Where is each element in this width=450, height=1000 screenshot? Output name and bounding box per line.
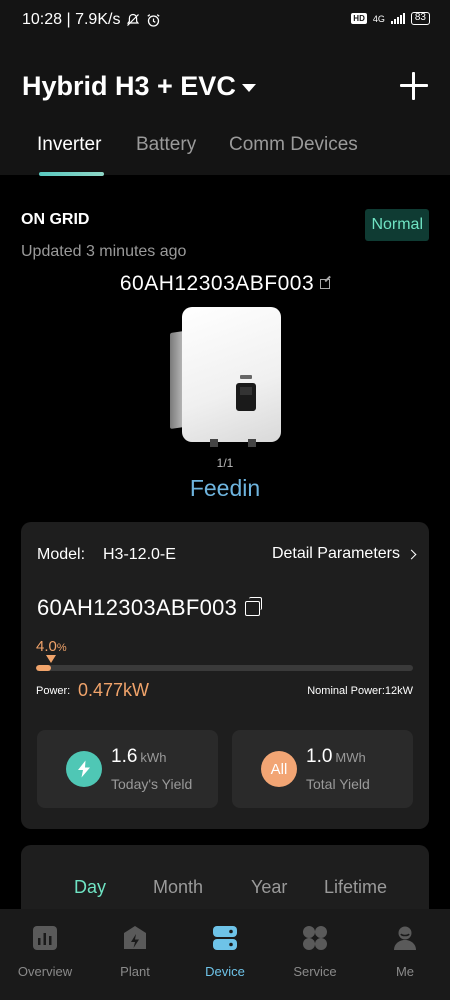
- total-yield-label: Total Yield: [306, 776, 370, 792]
- hd-badge: HD: [351, 13, 367, 24]
- bell-muted-icon: [127, 13, 140, 26]
- network-type: 4G: [372, 13, 385, 24]
- total-yield-number: 1.0: [306, 746, 333, 767]
- serial-number: 60AH12303ABF003: [37, 595, 238, 620]
- nav-device[interactable]: Device: [180, 909, 270, 1000]
- device-pager: 1/1: [216, 456, 234, 470]
- today-yield-unit: kWh: [140, 750, 167, 765]
- load-percent-value: 4.0: [36, 638, 57, 655]
- today-yield-value: 1.6 kWh: [111, 746, 166, 768]
- plant-icon: [124, 926, 146, 949]
- range-tab-year[interactable]: Year: [251, 877, 287, 898]
- nav-device-label: Device: [205, 964, 245, 979]
- range-tab-day[interactable]: Day: [74, 877, 106, 898]
- battery-icon: 83: [410, 12, 430, 25]
- today-yield-number: 1.6: [111, 746, 138, 767]
- range-tab-lifetime[interactable]: Lifetime: [324, 877, 387, 898]
- range-tabs-card: Day Month Year Lifetime: [21, 845, 429, 909]
- signal-icon: [390, 13, 405, 24]
- updated-time: Updated 3 minutes ago: [21, 243, 187, 260]
- caret-down-icon: [241, 84, 256, 92]
- nav-plant[interactable]: Plant: [90, 909, 180, 1000]
- serial-row: 60AH12303ABF003: [37, 595, 263, 621]
- status-time: 10:28 | 7.9K/s: [22, 11, 121, 28]
- inverter-image: [170, 307, 282, 447]
- total-yield-unit: MWh: [335, 750, 366, 765]
- plant-title: Hybrid H3 + EVC: [22, 71, 236, 101]
- copy-icon[interactable]: [245, 596, 263, 616]
- status-badge: Normal: [365, 209, 429, 241]
- progress-pointer-icon: [46, 655, 56, 663]
- nav-service[interactable]: Service: [270, 909, 360, 1000]
- profile-icon: [394, 926, 416, 950]
- power-value: 0.477kW: [78, 680, 150, 700]
- range-tab-month[interactable]: Month: [153, 877, 203, 898]
- active-tab-indicator: [39, 172, 104, 176]
- plant-selector[interactable]: Hybrid H3 + EVC: [22, 71, 256, 102]
- power-label: Power:: [36, 685, 71, 697]
- header: Hybrid H3 + EVC Inverter Battery Comm De…: [0, 42, 450, 176]
- status-left: 10:28 | 7.9K/s: [22, 11, 161, 29]
- device-details-card: Model: H3-12.0-E Detail Parameters 60AH1…: [21, 522, 429, 829]
- total-yield-box: All 1.0 MWh Total Yield: [232, 730, 413, 808]
- lightning-icon: [66, 751, 102, 787]
- nominal-power: Nominal Power:12kW: [307, 685, 413, 697]
- load-percent-unit: %: [56, 642, 67, 654]
- load-progress-bar: [36, 665, 413, 671]
- device-icon: [213, 926, 237, 950]
- detail-parameters-label: Detail Parameters: [271, 545, 400, 562]
- status-right: HD 4G 83: [351, 12, 430, 25]
- nav-overview[interactable]: Overview: [0, 909, 90, 1000]
- device-serial-header[interactable]: 60AH12303ABF003: [0, 272, 450, 296]
- service-icon: [303, 926, 327, 950]
- chevron-right-icon: [406, 549, 417, 559]
- nav-overview-label: Overview: [17, 964, 73, 979]
- tab-battery[interactable]: Battery: [136, 134, 196, 156]
- device-name: Feedin: [189, 475, 261, 501]
- nav-me-label: Me: [395, 964, 415, 979]
- today-yield-box: 1.6 kWh Today's Yield: [37, 730, 218, 808]
- model-value: H3-12.0-E: [103, 546, 176, 563]
- tab-comm-devices[interactable]: Comm Devices: [229, 134, 358, 156]
- load-percent: 4.0%: [36, 638, 67, 655]
- device-tabs: Inverter Battery Comm Devices: [0, 130, 450, 176]
- nav-me[interactable]: Me: [360, 909, 450, 1000]
- edit-icon[interactable]: [320, 279, 331, 290]
- tab-inverter[interactable]: Inverter: [37, 134, 101, 156]
- all-icon: All: [261, 751, 297, 787]
- detail-parameters-link[interactable]: Detail Parameters: [271, 545, 417, 563]
- model-label: Model:: [37, 546, 86, 563]
- nav-service-label: Service: [293, 964, 337, 979]
- chart-icon: [33, 926, 57, 950]
- load-progress-fill: [36, 665, 52, 671]
- grid-status: ON GRID: [21, 211, 90, 228]
- status-bar: 10:28 | 7.9K/s HD 4G 83: [0, 0, 450, 42]
- add-icon[interactable]: [400, 72, 428, 100]
- nav-plant-label: Plant: [120, 964, 150, 979]
- alarm-icon: [147, 13, 161, 27]
- today-yield-label: Today's Yield: [111, 776, 193, 792]
- device-serial: 60AH12303ABF003: [119, 272, 315, 295]
- total-yield-value: 1.0 MWh: [306, 746, 366, 768]
- bottom-nav: Overview Plant Device Service Me: [0, 909, 450, 1000]
